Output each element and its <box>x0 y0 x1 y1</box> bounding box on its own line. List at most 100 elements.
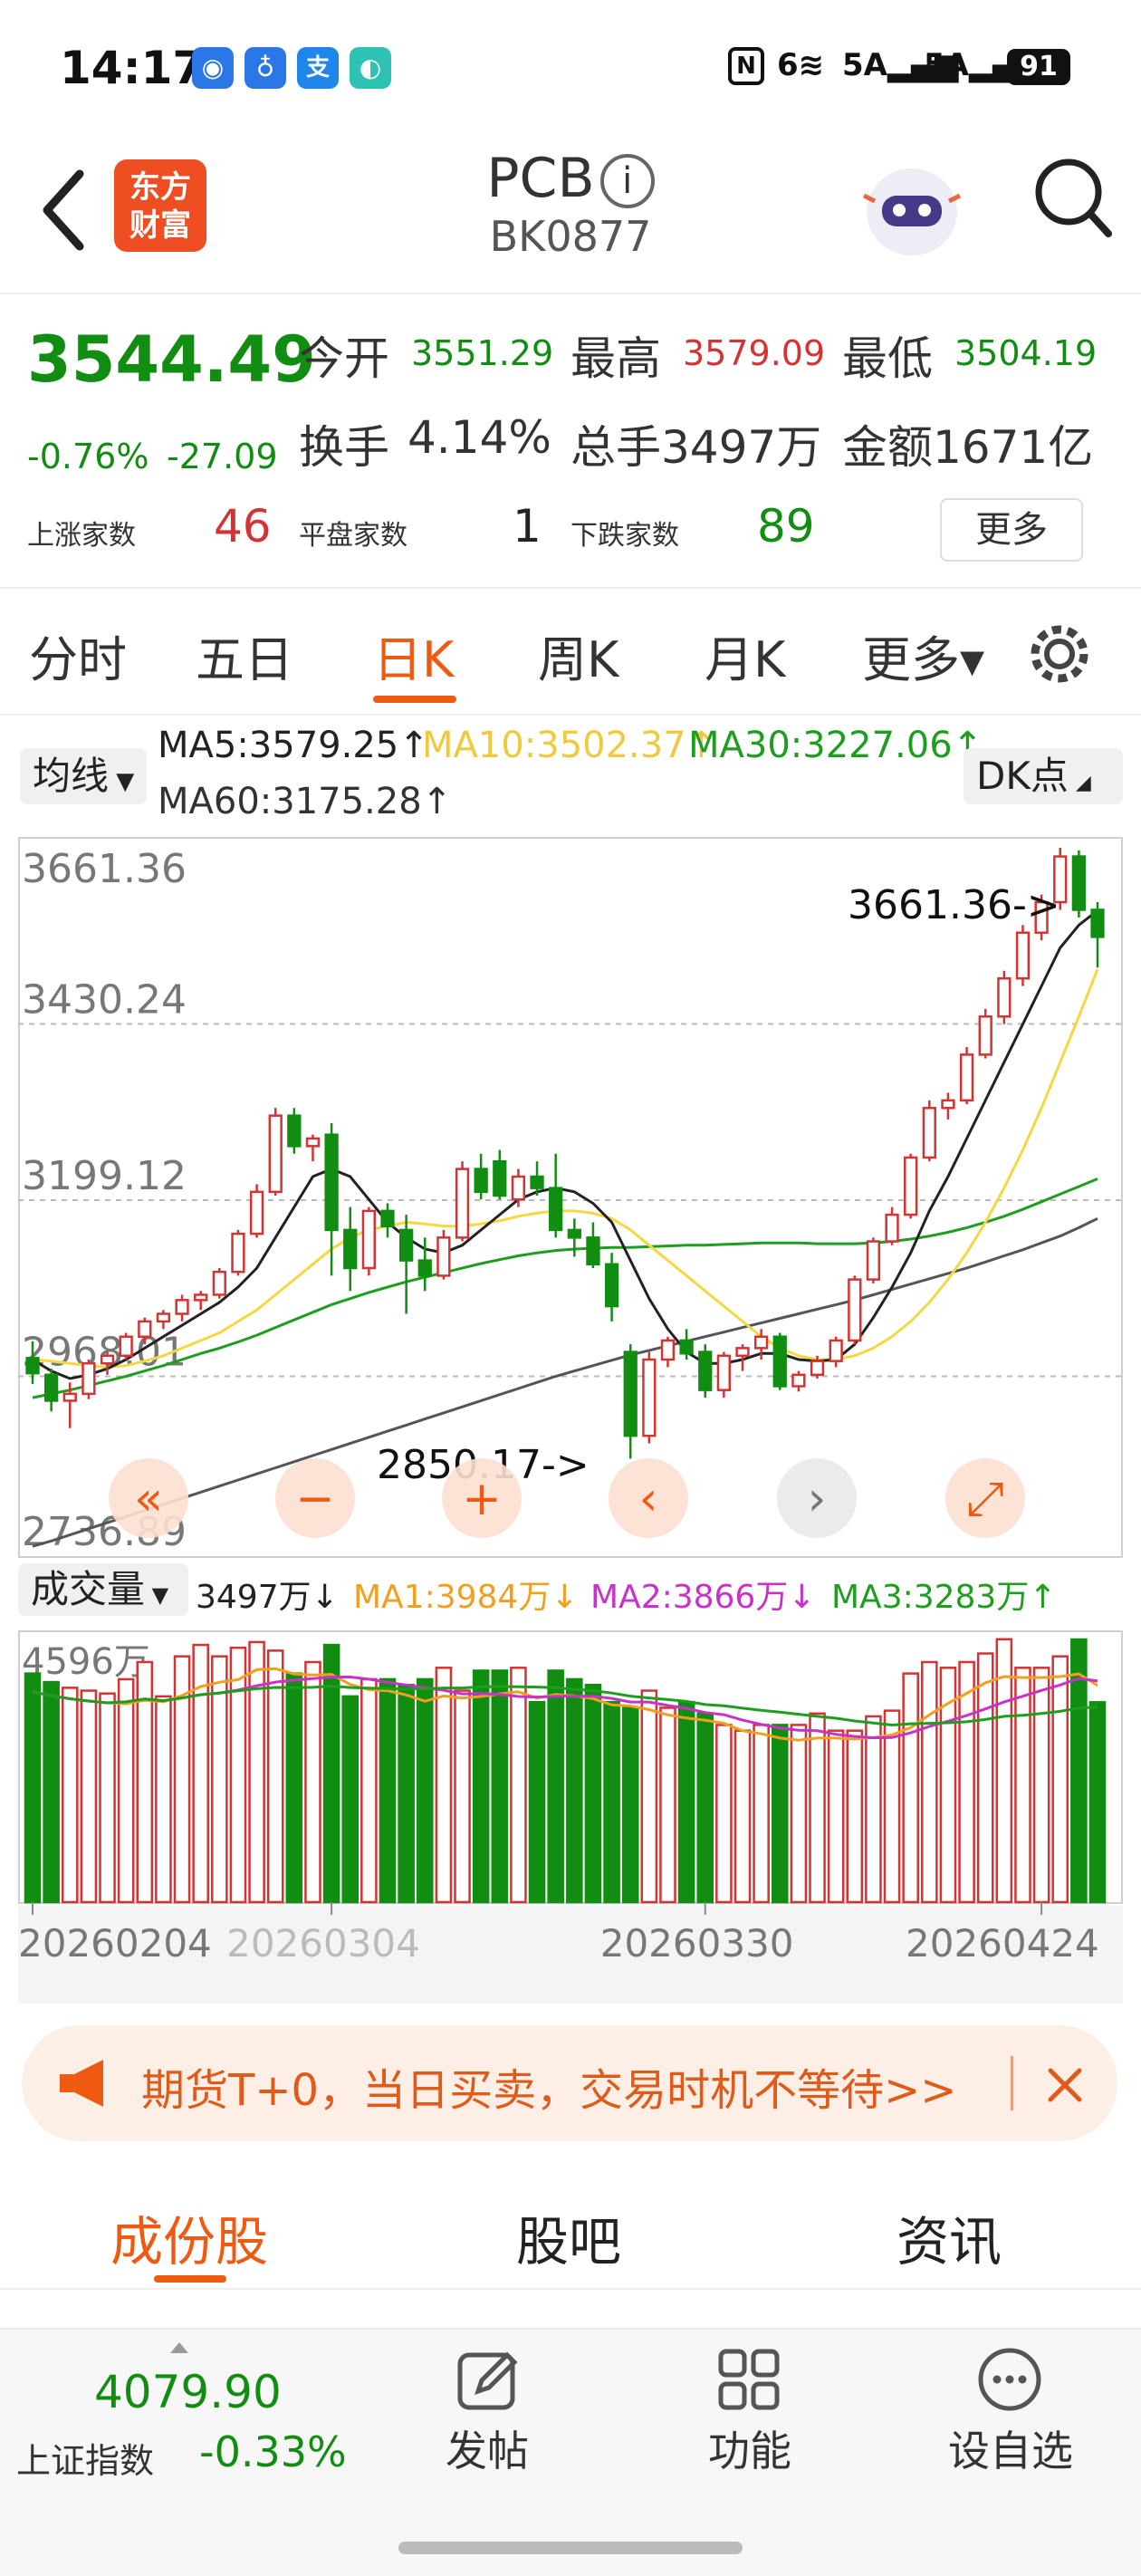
index-value[interactable]: 4079.90 <box>94 2366 282 2418</box>
banner-divider <box>1011 2056 1013 2110</box>
volume-bar <box>360 1677 378 1904</box>
volume-dropdown[interactable]: 成交量 ▼ <box>18 1563 188 1616</box>
expand-arrow-icon[interactable] <box>170 2342 188 2353</box>
tab-more[interactable]: 更多▾ <box>862 620 984 691</box>
content-tabs: 成份股 股吧 资讯 <box>0 2163 1141 2290</box>
candle-body <box>735 1347 750 1358</box>
x-tick-label: 20260424 <box>906 1921 1099 1966</box>
candlestick-chart[interactable]: 3661.363430.243199.122968.012736.893661.… <box>18 837 1123 1558</box>
tab-constituents[interactable]: 成份股 <box>110 2199 268 2275</box>
robot-assistant-icon[interactable] <box>858 158 965 264</box>
x-tick-label: 20260330 <box>600 1921 794 1966</box>
candle-body <box>43 1373 59 1402</box>
tab-weekly-k[interactable]: 周K <box>538 620 618 691</box>
more-dots-icon[interactable] <box>976 2346 1043 2413</box>
candle-body <box>1071 855 1087 911</box>
volume-bar <box>248 1640 265 1904</box>
volume-bar <box>379 1677 397 1904</box>
y-tick-label: 3199.12 <box>22 1153 187 1199</box>
candle-body <box>922 1107 936 1159</box>
double-left-icon[interactable]: « <box>109 1458 188 1538</box>
promo-banner[interactable]: 期货T+0，当日买卖，交易时机不等待>> <box>22 2025 1117 2141</box>
max-price-annotation: 3661.36-> <box>848 882 1060 928</box>
candle-body <box>511 1175 526 1201</box>
chevron-left-icon[interactable]: ‹ <box>609 1458 688 1538</box>
status-bar: 14:17 ◉ ♁ 支 ◐ N 6≋ 5A▂▄▆ 5A▂▄▆ 91 <box>0 0 1141 136</box>
home-indicator <box>398 2542 743 2554</box>
low-label: 最低 <box>842 332 933 385</box>
open-label: 今开 <box>299 332 389 385</box>
volume-chart[interactable]: 4596万20260204 20260304 20260330 20260424 <box>18 1630 1123 2004</box>
dk-point-button[interactable]: DK点 ◢ <box>964 748 1123 804</box>
wifi-label: 6 <box>777 47 799 83</box>
volume-bar <box>827 1729 845 1904</box>
open-value: 3551.29 <box>411 333 554 373</box>
volume-bar <box>640 1689 658 1904</box>
falling-count: 89 <box>757 500 815 553</box>
candle-body <box>679 1339 694 1355</box>
info-icon[interactable]: i <box>599 154 655 209</box>
edit-icon[interactable] <box>455 2346 522 2413</box>
chevron-down-icon: ▼ <box>109 768 135 795</box>
volume-bar <box>80 1689 98 1904</box>
ma-dropdown-label: 均线 <box>33 754 110 798</box>
sector-code: BK0877 <box>489 212 652 261</box>
volume-bar <box>341 1695 360 1904</box>
volume-bar <box>771 1724 789 1904</box>
chevron-down-icon: ▼ <box>145 1582 169 1608</box>
post-button[interactable]: 发帖 <box>397 2418 578 2478</box>
candle-body <box>716 1354 732 1391</box>
y-tick-label: 3661.36 <box>22 846 187 892</box>
turnover-label: 换手 <box>299 421 389 474</box>
index-change: -0.33% <box>199 2427 347 2476</box>
tab-daily-k[interactable]: 日K <box>373 620 454 691</box>
candle-body <box>660 1339 676 1361</box>
clock: 14:17 <box>60 42 205 94</box>
more-button[interactable]: 更多 <box>940 498 1083 562</box>
signal-1-label: 5A <box>842 47 887 83</box>
candle-body <box>959 1053 974 1102</box>
period-tabs: 分时 五日 日K 周K 月K 更多▾ <box>0 589 1141 716</box>
tab-news[interactable]: 资讯 <box>896 2199 1002 2275</box>
volume-bar <box>155 1695 172 1904</box>
volume-bar <box>566 1677 583 1904</box>
close-icon[interactable] <box>1045 2065 1085 2105</box>
volume-bar <box>61 1687 79 1904</box>
volume-bar <box>547 1669 564 1904</box>
index-name: 上证指数 <box>16 2441 155 2481</box>
zoom-out-icon[interactable]: − <box>275 1458 355 1538</box>
candle-body <box>623 1350 638 1437</box>
ma30-legend: MA30:3227.06↑ <box>688 725 983 766</box>
tab-intraday[interactable]: 分时 <box>29 620 127 691</box>
volume-bar <box>117 1677 135 1904</box>
grid-icon[interactable] <box>715 2346 782 2413</box>
alipay-icon: 支 <box>297 47 339 89</box>
candle-body <box>62 1392 77 1402</box>
volume-bar <box>865 1715 882 1904</box>
change-value: -27.09 <box>167 437 278 476</box>
candle-body <box>978 1015 992 1056</box>
gear-icon[interactable] <box>1027 621 1092 687</box>
candle-body <box>604 1263 619 1308</box>
candle-body <box>530 1175 544 1189</box>
function-button[interactable]: 功能 <box>659 2418 840 2478</box>
add-watchlist-button[interactable]: 设自选 <box>920 2418 1101 2478</box>
tab-five-day[interactable]: 五日 <box>196 620 293 691</box>
tab-forum[interactable]: 股吧 <box>516 2199 621 2275</box>
volume-bar <box>677 1700 695 1904</box>
chevron-right-icon[interactable]: › <box>777 1458 857 1538</box>
fullscreen-icon[interactable]: ⤢ <box>945 1458 1025 1538</box>
ma60-legend: MA60:3175.28↑ <box>158 781 453 822</box>
volume-bar <box>809 1712 826 1904</box>
turnover-value: 4.14% <box>408 411 551 464</box>
candle-body <box>848 1278 862 1342</box>
ma-dropdown[interactable]: 均线 ▼ <box>20 748 147 804</box>
ma10-legend: MA10:3502.37↑ <box>422 725 717 766</box>
volume-bar <box>976 1652 994 1904</box>
zoom-in-icon[interactable]: + <box>442 1458 522 1538</box>
tab-monthly-k[interactable]: 月K <box>705 620 785 691</box>
volume-bar <box>528 1700 546 1904</box>
vol-ma1-legend: MA1:3984万↓ <box>353 1579 579 1616</box>
search-icon[interactable] <box>1031 154 1114 245</box>
megaphone-icon <box>60 2060 103 2107</box>
